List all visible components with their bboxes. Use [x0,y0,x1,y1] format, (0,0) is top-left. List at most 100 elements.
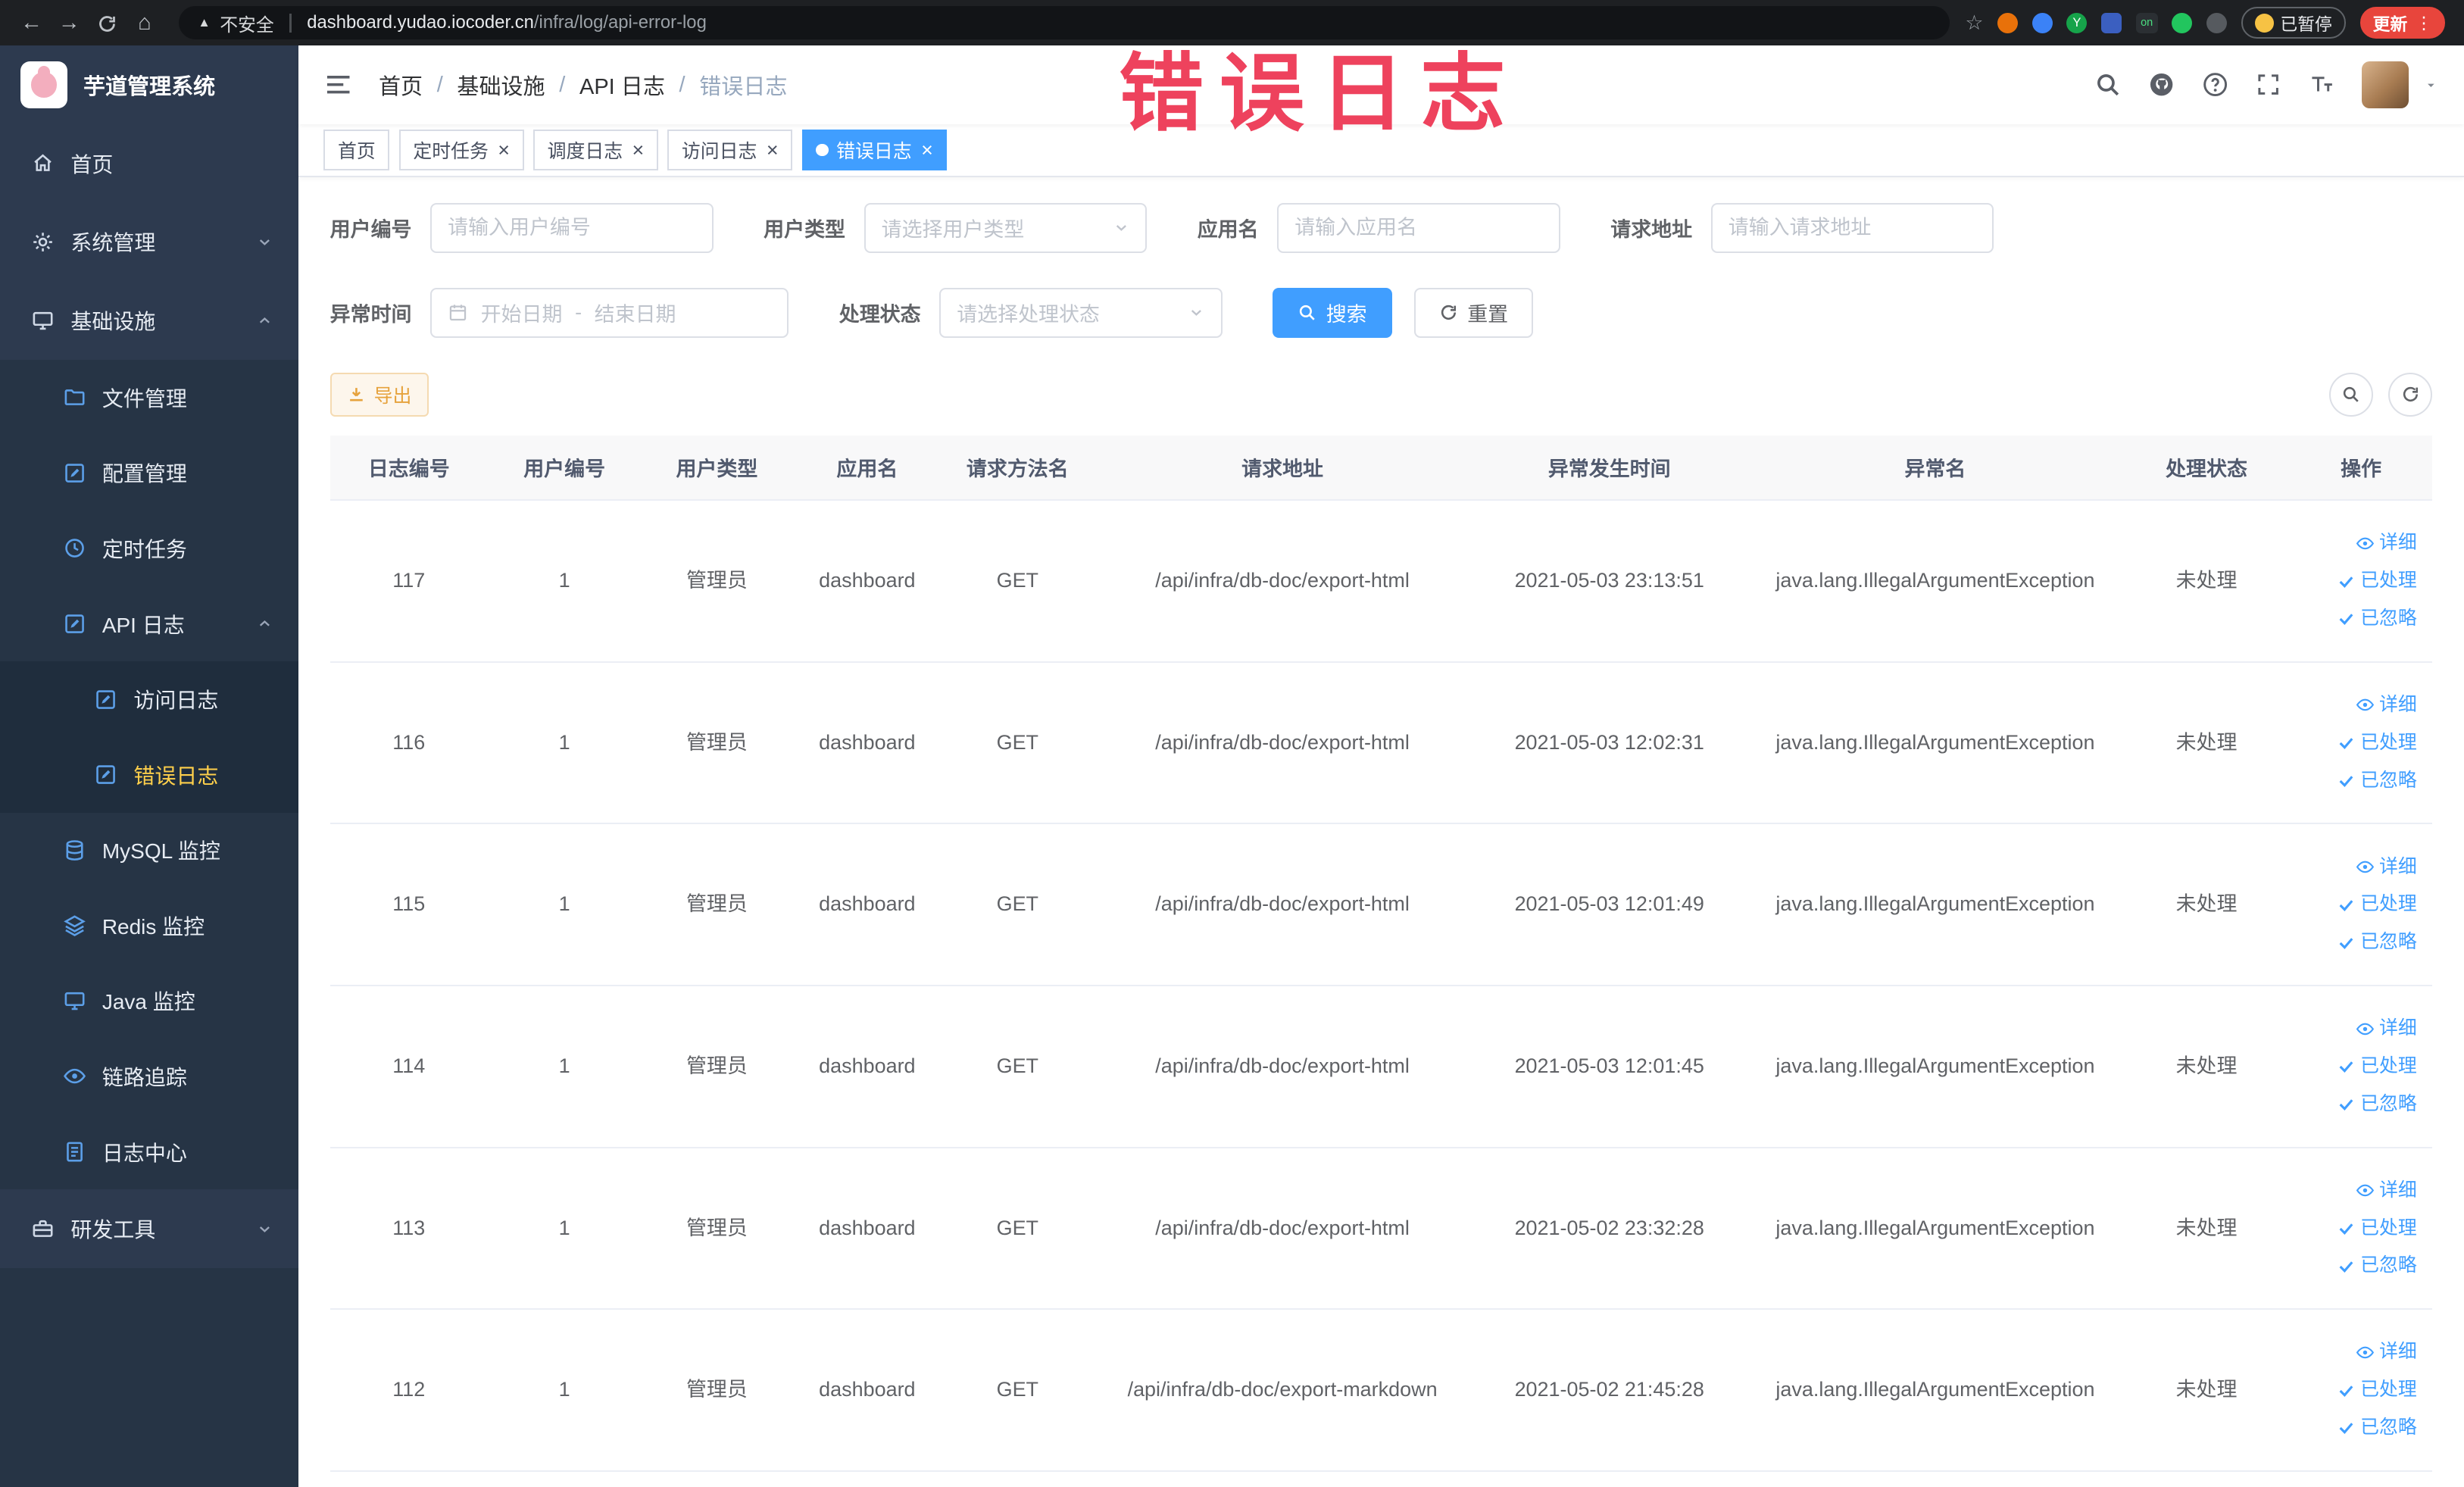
extension-icon-green-y[interactable]: Y [2066,12,2088,33]
sidebar-logo[interactable]: 芋道管理系统 [0,45,298,124]
sidebar-item-label: API 日志 [101,613,185,637]
extension-icon-blue[interactable] [2031,12,2053,33]
sidebar-item-home[interactable]: 首页 [0,124,298,203]
breadcrumb: 首页 / 基础设施 / API 日志 / 错误日志 [379,69,787,101]
export-button[interactable]: 导出 [329,372,429,417]
action-ignored[interactable]: 已忽略 [2296,1086,2417,1123]
browser-reload-button[interactable] [88,0,126,45]
sidebar-item-log-center[interactable]: 日志中心 [0,1114,299,1190]
bookmark-star-icon[interactable]: ☆ [1965,11,1983,35]
action-ignored[interactable]: 已忽略 [2296,600,2417,638]
sidebar-toggle-icon[interactable] [323,70,353,99]
filter-row-2: 异常时间 开始日期 - 结束日期 处理状态 请选择处理状态 搜索 重置 [330,287,2433,338]
toggle-search-button[interactable] [2328,372,2373,417]
action-processed[interactable]: 已处理 [2296,1210,2417,1248]
action-detail[interactable]: 详细 [2296,1172,2417,1210]
breadcrumb-item[interactable]: 首页 [379,69,423,101]
github-icon[interactable] [2148,71,2175,98]
view-tab-home[interactable]: 首页 [323,130,390,171]
cell-user-id: 1 [487,823,642,987]
export-button-label: 导出 [373,385,412,407]
browser-home-button[interactable]: ⌂ [126,0,164,45]
user-id-input[interactable] [448,216,697,240]
tab-close-icon[interactable]: × [767,139,779,161]
cell-log-id: 112 [329,1309,488,1472]
sidebar-item-java-monitor[interactable]: Java 监控 [0,963,299,1039]
action-ignored[interactable]: 已忽略 [2296,923,2417,961]
action-detail[interactable]: 详细 [2296,686,2417,724]
sidebar-item-api-log[interactable]: API 日志 [0,586,299,662]
extension-icon-on-badge[interactable]: on [2135,12,2158,33]
sidebar-item-error-log[interactable]: 错误日志 [0,736,299,813]
tab-close-icon[interactable]: × [498,139,510,161]
sidebar-item-config-management[interactable]: 配置管理 [0,435,299,511]
action-detail[interactable]: 详细 [2296,1010,2417,1048]
view-tab-scheduled-tasks[interactable]: 定时任务 × [398,130,524,171]
user-avatar[interactable] [2362,61,2409,109]
help-icon[interactable] [2202,71,2228,98]
cell-process-status: 未处理 [2123,500,2290,663]
extensions-puzzle-icon[interactable] [2206,12,2227,33]
sidebar-item-mysql-monitor[interactable]: MySQL 监控 [0,812,299,889]
extension-icon-orange[interactable] [1997,12,2019,33]
sidebar-item-scheduled-tasks[interactable]: 定时任务 [0,511,299,586]
chevron-down-icon [256,1220,273,1238]
action-ignored[interactable]: 已忽略 [2296,762,2417,800]
date-start-placeholder: 开始日期 [480,303,563,326]
tab-close-icon[interactable]: × [921,139,933,161]
sidebar-item-infrastructure[interactable]: 基础设施 [0,281,298,360]
sidebar: 芋道管理系统 首页 系统管理 基础设施 文件管理 配置管理 定时任务 API 日志访问日志错… [0,45,299,1487]
extension-icon-grid[interactable] [2101,12,2122,33]
extension-icon-leaf[interactable] [2172,12,2193,33]
address-bar[interactable]: ▲ 不安全 dashboard.yudao.iocoder.cn/infra/l… [179,6,1950,39]
breadcrumb-item[interactable]: API 日志 [579,69,665,101]
refresh-table-button[interactable] [2388,372,2433,417]
action-label: 详细 [2379,855,2417,877]
browser-forward-button[interactable]: → [50,0,88,45]
action-ignored[interactable]: 已忽略 [2296,1247,2417,1285]
action-processed[interactable]: 已处理 [2296,562,2417,600]
action-detail[interactable]: 详细 [2296,848,2417,886]
sidebar-item-label: Java 监控 [101,990,195,1014]
user-id-input-wrapper [430,202,714,253]
view-tab-error-log[interactable]: 错误日志 × [801,130,948,171]
exception-time-range-picker[interactable]: 开始日期 - 结束日期 [430,287,789,338]
view-tab-dispatch-log[interactable]: 调度日志 × [533,130,658,171]
font-size-icon[interactable] [2309,71,2335,98]
table-row: 112 1 管理员 dashboard GET/api/infra/db-doc/exp… [329,1309,2433,1472]
browser-toolbar: ← → ⌂ ▲ 不安全 dashboard.yudao.iocoder.cn/i… [0,0,2464,46]
sidebar-item-file-management[interactable]: 文件管理 [0,360,299,436]
tab-close-icon[interactable]: × [632,139,645,161]
breadcrumb-item[interactable]: 基础设施 [457,69,545,101]
action-label: 详细 [2379,693,2417,715]
action-processed[interactable]: 已处理 [2296,724,2417,762]
view-tab-access-log[interactable]: 访问日志 × [667,130,793,171]
sidebar-item-access-log[interactable]: 访问日志 [0,661,299,737]
action-detail[interactable]: 详细 [2296,1333,2417,1371]
sidebar-item-system-management[interactable]: 系统管理 [0,203,298,282]
reset-button[interactable]: 重置 [1413,287,1534,338]
action-processed[interactable]: 已处理 [2296,1048,2417,1086]
cell-app-name: dashboard [792,823,942,987]
sidebar-item-dev-tools[interactable]: 研发工具 [0,1189,298,1268]
browser-back-button[interactable]: ← [13,0,51,45]
sidebar-item-tracing[interactable]: 链路追踪 [0,1039,299,1114]
cell-request-method: GET [942,1309,1094,1472]
user-type-select[interactable]: 请选择用户类型 [863,202,1148,253]
cell-exception-time: 2021-05-03 12:02:31 [1471,661,1747,825]
request-url-input[interactable] [1728,216,1977,240]
app-name-input[interactable] [1294,216,1544,240]
action-processed[interactable]: 已处理 [2296,886,2417,923]
process-status-select[interactable]: 请选择处理状态 [939,287,1223,338]
paused-button[interactable]: 已暂停 [2241,7,2347,39]
avatar-caret-icon[interactable] [2423,77,2439,93]
action-detail[interactable]: 详细 [2296,524,2417,562]
sidebar-item-redis-monitor[interactable]: Redis 监控 [0,888,299,964]
action-ignored[interactable]: 已忽略 [2296,1409,2417,1447]
fullscreen-icon[interactable] [2255,71,2281,98]
header-search-icon[interactable] [2094,71,2121,98]
update-button[interactable]: 更新 ⋮ [2360,7,2446,39]
tab-label: 调度日志 [547,141,623,163]
search-button[interactable]: 搜索 [1273,287,1392,338]
action-processed[interactable]: 已处理 [2296,1371,2417,1409]
